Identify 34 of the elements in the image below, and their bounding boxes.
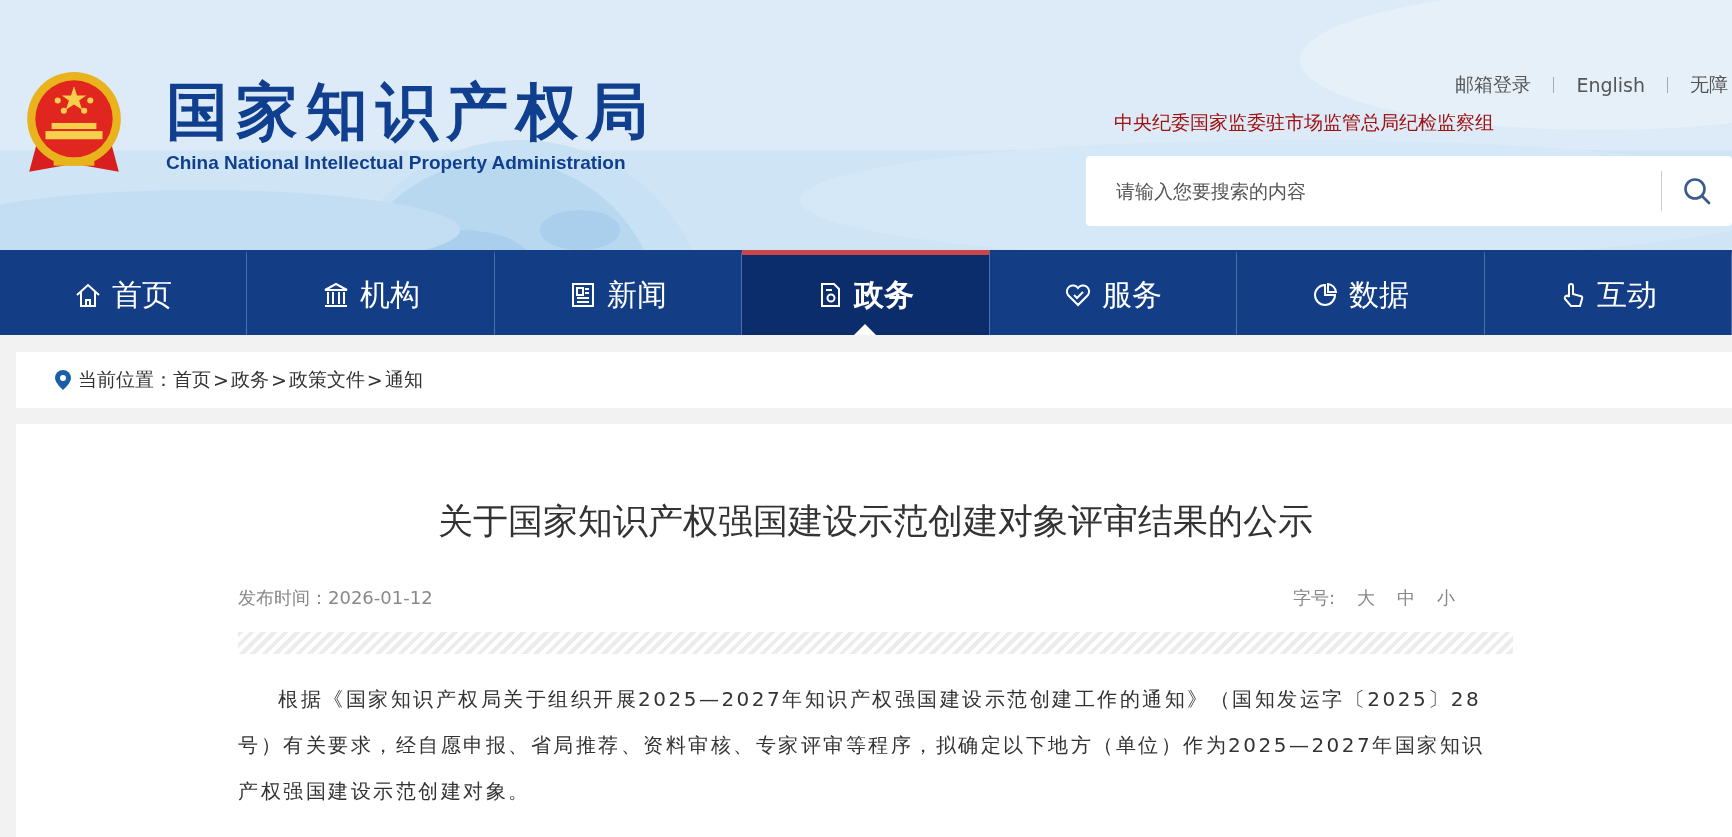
site-title: 国家知识产权局 [166,77,656,147]
article-title: 关于国家知识产权强国建设示范创建对象评审结果的公示 [437,500,1314,542]
heart-icon [1063,281,1092,309]
nav-tab[interactable]: 数据 [1237,250,1485,335]
nav-tab[interactable]: 机构 [247,250,495,335]
nav-tab[interactable]: 互动 [1484,250,1732,335]
breadcrumb-separator: > [270,369,287,391]
article-paragraph: 根据《国家知识产权局关于组织开展2025—2027年知识产权强国建设示范创建工作的通知》（国知发运字〔2025〕28号）有关要求，经自愿申报、省局推荐、资料审核、专家评审等程序，拟确定以下地方（单位）作为2025—2027年国家知识产权强国建设示范创建对象。 [238,686,1486,805]
top-link[interactable]: English [1576,74,1645,96]
notice-link[interactable]: 中央纪委国家监委驻市场监管总局纪检监察组 [1114,110,1732,136]
breadcrumb-link[interactable]: 政策文件 [288,367,365,393]
top-link[interactable]: 无障 [1690,72,1728,98]
breadcrumb-link[interactable]: 首页 [173,367,211,393]
font-size-link[interactable]: 大 [1357,586,1375,610]
font-size-link[interactable]: 中 [1397,586,1415,610]
top-link[interactable]: 邮箱登录 [1455,72,1532,98]
breadcrumb-link[interactable]: 通知 [384,367,423,393]
search-field[interactable]: 请输入您要搜索的内容 [1086,156,1661,226]
breadcrumb-separator: > [213,369,229,391]
pie-icon [1311,281,1340,309]
font-size-link[interactable]: 小 [1437,586,1455,610]
location-pin-icon [54,369,72,391]
site-subtitle: China National Intellectual Property Administration [166,152,627,175]
breadcrumb-separator: > [366,369,383,391]
breadcrumb-label: 当前位置： [78,367,173,392]
nav-tab[interactable]: 政务 [742,250,990,335]
search-icon [1682,176,1712,206]
search-button[interactable] [1662,156,1732,226]
nav-tab[interactable]: 服务 [989,250,1238,335]
nav-tab[interactable]: 首页 [0,250,248,335]
breadcrumb-link[interactable]: 政务 [230,367,269,393]
publish-date: 发布时间：2026-01-12 [238,586,433,610]
font-size-label: 字号: [1292,586,1335,610]
active-tab-pointer [854,324,877,335]
